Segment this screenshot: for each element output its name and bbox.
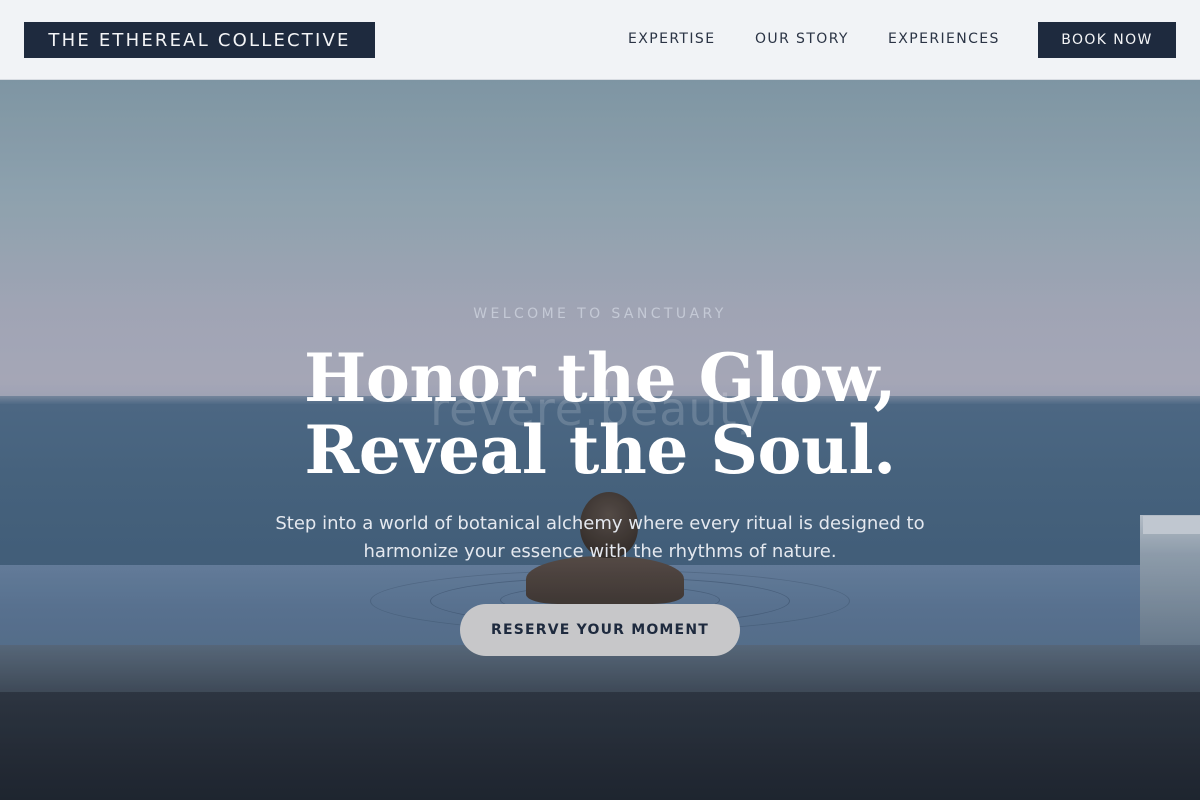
nav-link-our-story[interactable]: OUR STORY — [755, 31, 849, 49]
hero-description: Step into a world of botanical alchemy w… — [0, 510, 1200, 566]
nav-link-expertise[interactable]: EXPERTISE — [628, 31, 715, 49]
book-now-button[interactable]: BOOK NOW — [1038, 22, 1176, 58]
headline-line-1: Honor the Glow, — [304, 339, 896, 417]
headline-line-2: Reveal the Soul. — [304, 411, 896, 489]
site-header: THE ETHEREAL COLLECTIVE EXPERTISE OUR ST… — [0, 0, 1200, 80]
description-line-2: harmonize your essence with the rhythms … — [363, 541, 837, 562]
hero-headline: Honor the Glow, Reveal the Soul. — [0, 342, 1200, 486]
reserve-moment-button[interactable]: RESERVE YOUR MOMENT — [460, 604, 740, 656]
description-line-1: Step into a world of botanical alchemy w… — [275, 513, 925, 534]
hero-eyebrow: WELCOME TO SANCTUARY — [473, 306, 727, 322]
nav-link-experiences[interactable]: EXPERIENCES — [888, 31, 1000, 49]
hero-section: revere.beauty WELCOME TO SANCTUARY Honor… — [0, 80, 1200, 800]
brand-logo[interactable]: THE ETHEREAL COLLECTIVE — [24, 22, 375, 58]
